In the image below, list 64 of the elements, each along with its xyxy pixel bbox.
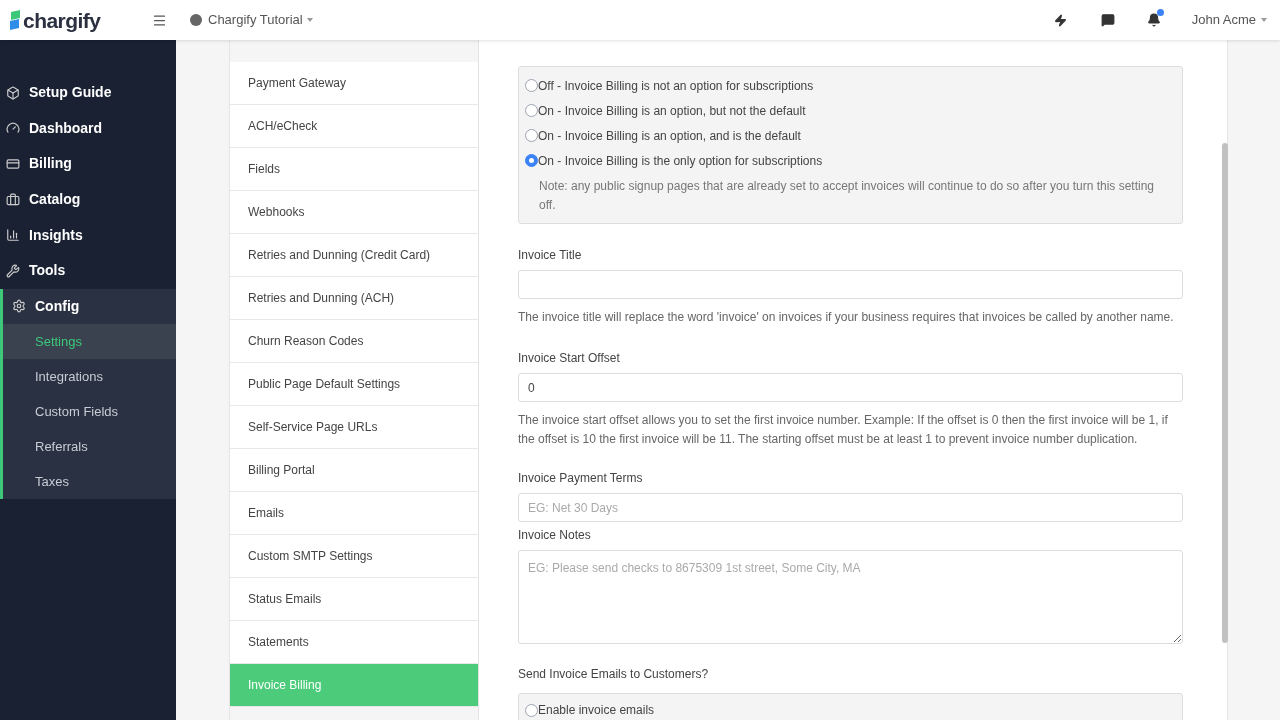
settings-nav-item[interactable]: Retries and Dunning (Credit Card) [230,234,478,277]
settings-nav-item[interactable]: Fields [230,148,478,191]
settings-nav-item[interactable]: Emails [230,492,478,535]
cube-icon [6,85,20,100]
help-text: The invoice title will replace the word 'invoice' on invoices if your business requires that invoices be called by another name. [518,309,1175,326]
settings-nav-item[interactable]: Statements [230,621,478,664]
radio-button[interactable] [525,703,538,717]
field-label: Invoice Payment Terms [518,470,644,487]
sidebar-item[interactable]: Dashboard [0,110,176,147]
radio-button[interactable] [525,129,538,142]
settings-nav-item[interactable]: Retries and Dunning (ACH) [230,277,478,320]
radio-button[interactable] [525,154,538,167]
radio-label[interactable]: Enable invoice emails [538,701,655,719]
sidebar-subitem[interactable]: Taxes [3,464,176,500]
chat-icon[interactable] [1100,13,1115,27]
help-text: The invoice start offset allows you to set the first invoice number. Example: If the offset is 0 then the first invoice will be 1, if the offset is 10 the first invoice will be 11. The starting offset must be at least 1 to prevent invoice number duplication. [518,412,1169,448]
settings-nav-item[interactable]: ACH/eCheck [230,105,478,148]
notes-field[interactable]: EG: Please send checks to 8675309 1st street, Some City, MA [518,550,1183,644]
settings-nav-item[interactable]: Payment Gateway [230,62,478,105]
lightning-icon[interactable] [1053,13,1067,27]
radio-button[interactable] [525,104,538,117]
sidebar-subitem[interactable]: Integrations [3,359,176,395]
settings-nav-item[interactable]: Public Page Default Settings [230,363,478,406]
settings-nav-item[interactable]: Self-Service Page URLs [230,406,478,449]
brand-name[interactable]: chargify [23,9,101,31]
sidebar-item[interactable]: Insights [0,217,176,253]
settings-nav-item[interactable]: Churn Reason Codes [230,320,478,363]
scrollbar[interactable] [1222,143,1228,643]
wrench-icon [6,263,20,278]
briefcase-icon [6,192,20,207]
field-label: Invoice Notes [518,527,592,544]
settings-nav-item[interactable]: Billing Portal [230,449,478,492]
logo-icon [9,10,21,30]
sidebar-item[interactable]: Setup Guide [0,75,176,111]
site-dropdown[interactable]: Chargify Tutorial [208,10,313,30]
input-field[interactable]: EG: Net 30 Days [518,493,1183,522]
sidebar-item[interactable]: Billing [0,146,176,182]
bar-chart-icon [6,228,20,243]
sidebar-item[interactable]: Tools [0,252,176,289]
radio-button[interactable] [525,79,538,92]
user-menu[interactable]: John Acme [1191,10,1267,30]
note-text: Note: any public signup pages that are already set to accept invoices will continue to do so after you turn this setting off. [538,178,1156,214]
radio-label[interactable]: Off - Invoice Billing is not an option for subscriptions [538,76,814,95]
notification-bell-icon[interactable] [1146,13,1161,27]
radio-label[interactable]: On - Invoice Billing is an option, and is the default [538,126,801,145]
field-label: Invoice Title [518,247,583,264]
sidebar-subitem[interactable]: Settings [3,324,176,360]
sidebar-item[interactable]: Config [3,288,176,325]
input-field[interactable]: 0 [518,373,1183,402]
card-icon [6,157,20,171]
sidebar-subitem[interactable]: Referrals [3,429,176,465]
field-label: Send Invoice Emails to Customers? [518,666,710,683]
radio-label[interactable]: On - Invoice Billing is the only option for subscriptions [538,151,823,170]
field-label: Invoice Start Offset [518,350,621,367]
settings-nav-item[interactable]: Status Emails [230,578,478,621]
gauge-icon [6,121,20,136]
input-field[interactable] [518,270,1183,299]
sidebar-subitem[interactable]: Custom Fields [3,394,176,430]
settings-nav-item[interactable]: Custom SMTP Settings [230,535,478,578]
settings-icon [12,299,26,314]
settings-nav-item[interactable]: Webhooks [230,191,478,234]
menu-button[interactable] [152,12,167,28]
radio-label[interactable]: On - Invoice Billing is an option, but not the default [538,101,806,120]
sidebar-item[interactable]: Catalog [0,181,176,218]
